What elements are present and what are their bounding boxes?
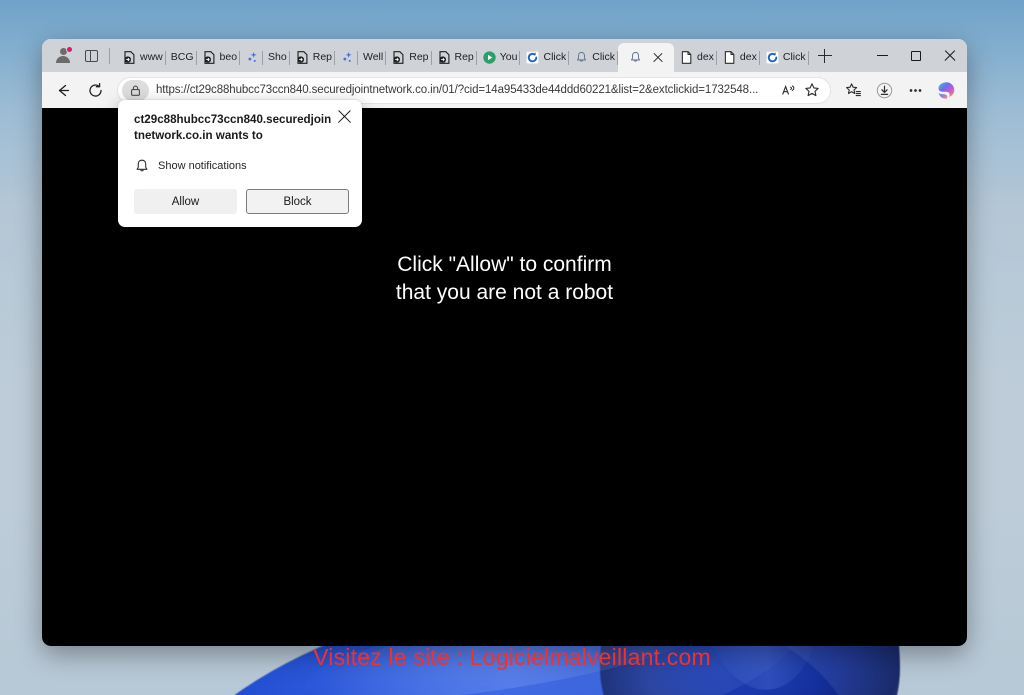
allow-button[interactable]: Allow <box>134 189 237 214</box>
split-screen-icon <box>85 50 98 62</box>
settings-and-more-button[interactable] <box>900 76 930 104</box>
notification-dot-icon <box>66 46 73 53</box>
tab-label: beo <box>220 51 238 64</box>
page-with-arrow-icon <box>202 50 217 65</box>
tab-label: dex <box>697 51 714 64</box>
permission-popup-title: ct29c88hubcc73ccn840.securedjointnetwork… <box>134 112 332 144</box>
tab-close-button[interactable] <box>651 51 665 65</box>
minimize-icon <box>877 55 888 56</box>
close-icon <box>944 50 956 62</box>
maximize-button[interactable] <box>899 39 933 72</box>
tab-item[interactable] <box>335 43 358 72</box>
toolbar-right-actions <box>838 76 961 104</box>
collections-button[interactable] <box>838 76 868 104</box>
permission-popup-buttons: Allow Block <box>134 189 349 214</box>
notification-permission-popup: ct29c88hubcc73ccn840.securedjointnetwork… <box>118 100 362 227</box>
tab-separator <box>808 51 809 65</box>
tab-item[interactable]: Rep <box>290 43 335 72</box>
tab-label: Click <box>592 51 615 64</box>
tab-label: Click <box>543 51 566 64</box>
collections-icon <box>845 82 862 99</box>
tab-label: www <box>140 51 163 64</box>
document-icon <box>722 50 737 65</box>
tab-label: Well <box>363 51 383 64</box>
tab-label: Rep <box>455 51 474 64</box>
blue-refresh-icon <box>765 50 780 65</box>
tab-label: dex <box>740 51 757 64</box>
split-screen-button[interactable] <box>78 43 104 69</box>
tab-label: Rep <box>409 51 428 64</box>
tab-label: Click <box>783 51 806 64</box>
permission-popup-close-button[interactable] <box>337 109 352 124</box>
page-message: Click "Allow" to confirm that you are no… <box>42 251 967 307</box>
page-with-arrow-icon <box>122 50 137 65</box>
close-window-button[interactable] <box>933 39 967 72</box>
copilot-icon <box>936 80 957 101</box>
copilot-button[interactable] <box>931 76 961 104</box>
sparkle-icon <box>340 50 355 65</box>
tab-item[interactable]: beo <box>197 43 241 72</box>
tab-label: Rep <box>313 51 332 64</box>
read-aloud-button[interactable] <box>776 83 800 98</box>
refresh-button[interactable] <box>80 76 110 104</box>
new-tab-button[interactable] <box>812 43 838 69</box>
page-message-line-2: that you are not a robot <box>42 279 967 307</box>
tab-item[interactable]: Click <box>569 43 618 72</box>
sparkle-icon <box>245 50 260 65</box>
downloads-icon <box>875 81 894 100</box>
refresh-icon <box>87 82 104 99</box>
watermark-text: Visitez le site : Logicielmalveillant.co… <box>0 644 1024 671</box>
tab-strip: www BCG beo Sho Rep Well Rep Rep You Click Click de… <box>42 39 967 72</box>
tab-item[interactable]: Rep <box>432 43 477 72</box>
tab-item[interactable]: Rep <box>386 43 431 72</box>
bell-icon <box>574 50 589 65</box>
divider <box>109 48 110 64</box>
tab-item[interactable]: Well <box>358 43 386 72</box>
tab-item[interactable]: dex <box>717 43 760 72</box>
tab-item[interactable] <box>240 43 263 72</box>
block-button[interactable]: Block <box>246 189 349 214</box>
blue-refresh-icon <box>525 50 540 65</box>
ellipsis-icon <box>907 82 924 99</box>
tab-label: Sho <box>268 51 287 64</box>
maximize-icon <box>911 51 921 61</box>
lock-icon <box>129 84 142 97</box>
tab-item[interactable]: dex <box>674 43 717 72</box>
tab-label: You <box>500 51 518 64</box>
read-aloud-icon <box>781 83 796 98</box>
star-icon <box>804 82 820 98</box>
tab-item[interactable]: Sho <box>263 43 290 72</box>
youtube-icon <box>482 50 497 65</box>
tab-label: BCG <box>171 51 194 64</box>
bell-icon <box>134 158 150 174</box>
window-controls <box>865 39 967 72</box>
tab-item[interactable]: BCG <box>166 43 197 72</box>
desktop-background: www BCG beo Sho Rep Well Rep Rep You Click Click de… <box>0 0 1024 695</box>
tab-strip-left-controls <box>46 39 117 72</box>
add-favorite-button[interactable] <box>800 82 824 98</box>
tab-item[interactable]: www <box>117 43 166 72</box>
url-text[interactable]: https://ct29c88hubcc73ccn840.securedjoin… <box>156 84 776 96</box>
tab-item[interactable]: Click <box>760 43 809 72</box>
profile-button[interactable] <box>50 43 76 69</box>
permission-label: Show notifications <box>158 160 247 172</box>
tab-item[interactable]: You <box>477 43 521 72</box>
page-with-arrow-icon <box>295 50 310 65</box>
permission-row: Show notifications <box>134 158 349 174</box>
page-with-arrow-icon <box>437 50 452 65</box>
minimize-button[interactable] <box>865 39 899 72</box>
site-information-button[interactable] <box>122 80 149 101</box>
page-message-line-1: Click "Allow" to confirm <box>42 251 967 279</box>
back-button[interactable] <box>48 76 78 104</box>
tab-active[interactable] <box>618 43 674 72</box>
tab-list: www BCG beo Sho Rep Well Rep Rep You Click Click de… <box>117 39 865 72</box>
page-with-arrow-icon <box>391 50 406 65</box>
document-icon <box>679 50 694 65</box>
downloads-button[interactable] <box>869 76 899 104</box>
tab-item[interactable]: Click <box>520 43 569 72</box>
back-arrow-icon <box>55 82 72 99</box>
bell-icon <box>628 50 643 65</box>
